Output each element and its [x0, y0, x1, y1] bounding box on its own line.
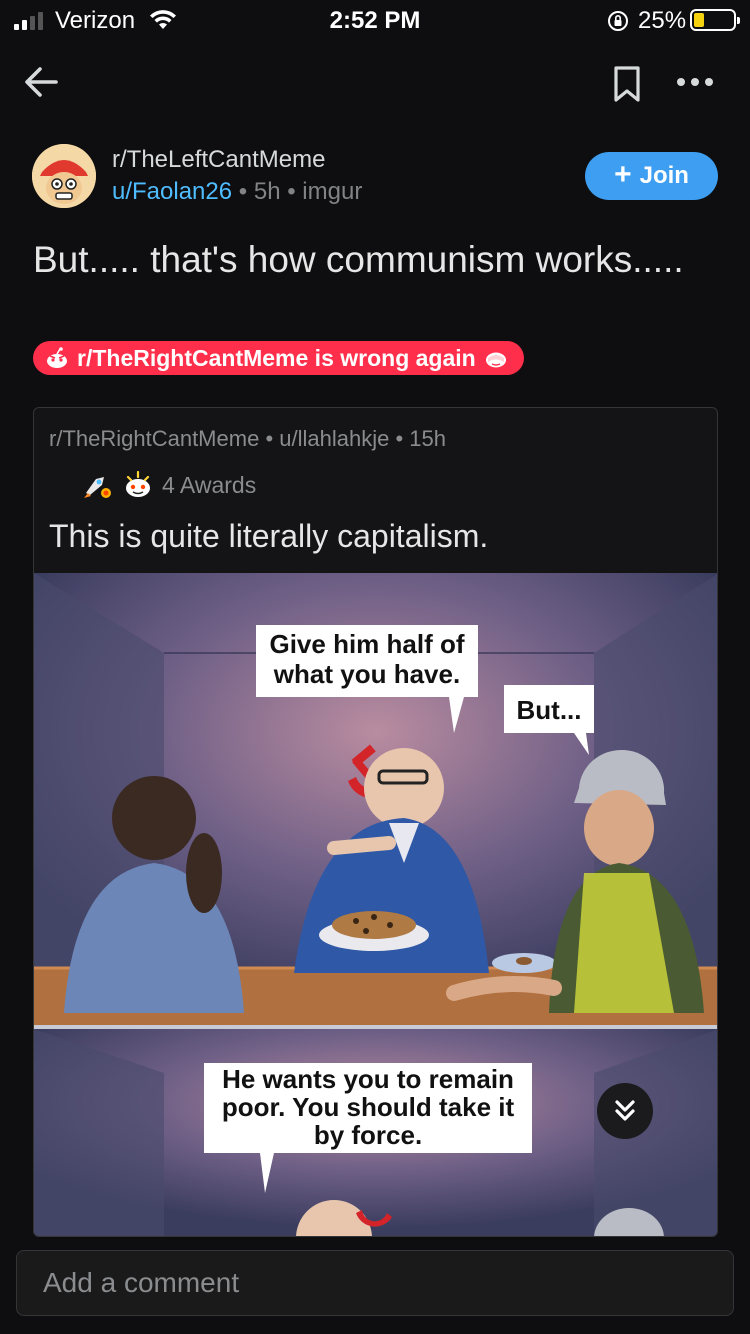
awards-row[interactable]: 4 Awards	[82, 470, 256, 500]
arrow-left-icon[interactable]	[20, 60, 64, 104]
meta-separator: •	[395, 426, 404, 451]
snoo-facepalm-icon	[485, 352, 506, 368]
post-flair[interactable]: r/TheRightCantMeme is wrong again	[33, 341, 524, 375]
crosspost-subreddit[interactable]: r/TheRightCantMeme	[49, 426, 259, 451]
post-age: 5h	[253, 178, 281, 205]
meta-separator: •	[265, 426, 274, 451]
plus-icon: +	[614, 158, 632, 191]
post-meta: u/Faolan26 • 5h • imgur	[112, 178, 362, 206]
status-bar: Verizon 2:52 PM 25%	[0, 0, 750, 40]
expand-button[interactable]	[597, 1083, 653, 1139]
comment-bar[interactable]	[16, 1250, 734, 1316]
speech-bubble-3: He wants you to remain poor. You should …	[221, 1064, 515, 1150]
battery-percent: 25%	[638, 7, 687, 34]
meta-separator: •	[238, 178, 248, 205]
join-button[interactable]: + Join	[585, 152, 718, 200]
flair-text: r/TheRightCantMeme is wrong again	[77, 344, 476, 371]
comment-input[interactable]	[17, 1251, 733, 1315]
post-source[interactable]: imgur	[302, 178, 362, 205]
crosspost-age: 15h	[409, 426, 447, 451]
join-label: Join	[639, 162, 689, 189]
award-rocket-icon	[84, 477, 111, 498]
snoo-angry-icon	[47, 347, 67, 368]
crosspost-author[interactable]: u/llahlahkje	[279, 426, 389, 451]
crosspost-title: This is quite literally capitalism.	[49, 518, 489, 554]
bookmark-icon[interactable]	[610, 64, 644, 104]
meta-separator: •	[287, 178, 296, 205]
award-snoo-icon	[126, 471, 150, 497]
rotation-lock-icon	[608, 11, 628, 31]
subreddit-name[interactable]: r/TheLeftCantMeme	[112, 146, 325, 174]
post-title: But..... that's how communism works.....	[33, 239, 684, 280]
crosspost-meta: r/TheRightCantMeme • u/llahlahkje • 15h	[49, 426, 446, 452]
subreddit-avatar[interactable]	[32, 144, 96, 208]
more-horizontal-icon[interactable]	[672, 62, 718, 102]
speech-bubble-2: But...	[516, 695, 582, 725]
chevrons-down-icon	[615, 1100, 635, 1121]
awards-count: 4 Awards	[162, 471, 257, 498]
battery-icon	[690, 9, 740, 31]
speech-bubble-1: Give him half of what you have.	[269, 629, 465, 689]
author-link[interactable]: u/Faolan26	[112, 178, 232, 205]
